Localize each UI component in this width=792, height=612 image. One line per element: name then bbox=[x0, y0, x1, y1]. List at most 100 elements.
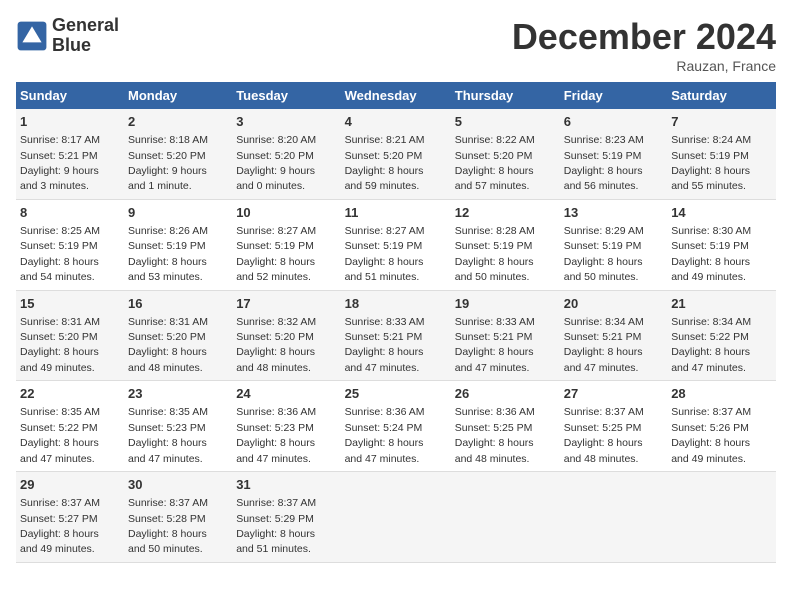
day-info: Sunrise: 8:34 AM Sunset: 5:22 PM Dayligh… bbox=[671, 316, 751, 374]
day-info: Sunrise: 8:22 AM Sunset: 5:20 PM Dayligh… bbox=[455, 134, 535, 192]
calendar-cell: 13 Sunrise: 8:29 AM Sunset: 5:19 PM Dayli… bbox=[560, 199, 667, 290]
day-number: 16 bbox=[128, 295, 228, 313]
weekday-header: Wednesday bbox=[341, 82, 451, 109]
calendar-cell: 8 Sunrise: 8:25 AM Sunset: 5:19 PM Daylig… bbox=[16, 199, 124, 290]
day-info: Sunrise: 8:31 AM Sunset: 5:20 PM Dayligh… bbox=[128, 316, 208, 374]
weekday-header: Sunday bbox=[16, 82, 124, 109]
day-info: Sunrise: 8:35 AM Sunset: 5:22 PM Dayligh… bbox=[20, 406, 100, 464]
calendar-cell: 6Sunrise: 8:23 AM Sunset: 5:19 PM Daylig… bbox=[560, 109, 667, 199]
calendar-cell: 25 Sunrise: 8:36 AM Sunset: 5:24 PM Dayli… bbox=[341, 381, 451, 472]
day-info: Sunrise: 8:27 AM Sunset: 5:19 PM Dayligh… bbox=[236, 225, 316, 283]
day-info: Sunrise: 8:30 AM Sunset: 5:19 PM Dayligh… bbox=[671, 225, 751, 283]
day-info: Sunrise: 8:29 AM Sunset: 5:19 PM Dayligh… bbox=[564, 225, 644, 283]
calendar-cell: 9 Sunrise: 8:26 AM Sunset: 5:19 PM Daylig… bbox=[124, 199, 232, 290]
logo: General Blue bbox=[16, 16, 119, 56]
day-info: Sunrise: 8:37 AM Sunset: 5:29 PM Dayligh… bbox=[236, 497, 316, 555]
calendar-cell bbox=[451, 472, 560, 563]
day-info: Sunrise: 8:37 AM Sunset: 5:26 PM Dayligh… bbox=[671, 406, 751, 464]
day-info: Sunrise: 8:36 AM Sunset: 5:24 PM Dayligh… bbox=[345, 406, 425, 464]
day-number: 17 bbox=[236, 295, 336, 313]
month-title: December 2024 bbox=[512, 16, 776, 58]
calendar-week-row: 8 Sunrise: 8:25 AM Sunset: 5:19 PM Daylig… bbox=[16, 199, 776, 290]
day-number: 19 bbox=[455, 295, 556, 313]
day-info: Sunrise: 8:28 AM Sunset: 5:19 PM Dayligh… bbox=[455, 225, 535, 283]
day-number: 18 bbox=[345, 295, 447, 313]
calendar-cell: 14 Sunrise: 8:30 AM Sunset: 5:19 PM Dayli… bbox=[667, 199, 776, 290]
day-number: 1 bbox=[20, 113, 120, 131]
day-info: Sunrise: 8:17 AM Sunset: 5:21 PM Dayligh… bbox=[20, 134, 100, 192]
weekday-header: Tuesday bbox=[232, 82, 340, 109]
day-number: 15 bbox=[20, 295, 120, 313]
day-info: Sunrise: 8:33 AM Sunset: 5:21 PM Dayligh… bbox=[455, 316, 535, 374]
day-number: 5 bbox=[455, 113, 556, 131]
calendar-week-row: 1 Sunrise: 8:17 AM Sunset: 5:21 PM Daylig… bbox=[16, 109, 776, 199]
day-number: 12 bbox=[455, 204, 556, 222]
calendar-cell: 3Sunrise: 8:20 AM Sunset: 5:20 PM Daylig… bbox=[232, 109, 340, 199]
calendar-week-row: 29Sunrise: 8:37 AM Sunset: 5:27 PM Dayli… bbox=[16, 472, 776, 563]
calendar-cell: 30Sunrise: 8:37 AM Sunset: 5:28 PM Dayli… bbox=[124, 472, 232, 563]
day-number: 9 bbox=[128, 204, 228, 222]
day-number: 8 bbox=[20, 204, 120, 222]
calendar-cell: 15 Sunrise: 8:31 AM Sunset: 5:20 PM Dayli… bbox=[16, 290, 124, 381]
calendar-cell: 20 Sunrise: 8:34 AM Sunset: 5:21 PM Dayli… bbox=[560, 290, 667, 381]
day-info: Sunrise: 8:34 AM Sunset: 5:21 PM Dayligh… bbox=[564, 316, 644, 374]
calendar-cell: 24 Sunrise: 8:36 AM Sunset: 5:23 PM Dayli… bbox=[232, 381, 340, 472]
day-info: Sunrise: 8:37 AM Sunset: 5:25 PM Dayligh… bbox=[564, 406, 644, 464]
weekday-header: Saturday bbox=[667, 82, 776, 109]
calendar-cell: 12 Sunrise: 8:28 AM Sunset: 5:19 PM Dayli… bbox=[451, 199, 560, 290]
calendar-week-row: 22 Sunrise: 8:35 AM Sunset: 5:22 PM Dayli… bbox=[16, 381, 776, 472]
day-info: Sunrise: 8:33 AM Sunset: 5:21 PM Dayligh… bbox=[345, 316, 425, 374]
logo-icon bbox=[16, 20, 48, 52]
day-number: 10 bbox=[236, 204, 336, 222]
calendar-cell: 7Sunrise: 8:24 AM Sunset: 5:19 PM Daylig… bbox=[667, 109, 776, 199]
day-number: 26 bbox=[455, 385, 556, 403]
day-number: 23 bbox=[128, 385, 228, 403]
day-info: Sunrise: 8:36 AM Sunset: 5:23 PM Dayligh… bbox=[236, 406, 316, 464]
calendar-cell: 26 Sunrise: 8:36 AM Sunset: 5:25 PM Dayli… bbox=[451, 381, 560, 472]
calendar-cell: 21Sunrise: 8:34 AM Sunset: 5:22 PM Dayli… bbox=[667, 290, 776, 381]
day-info: Sunrise: 8:24 AM Sunset: 5:19 PM Dayligh… bbox=[671, 134, 751, 192]
calendar-cell bbox=[667, 472, 776, 563]
calendar-cell: 29Sunrise: 8:37 AM Sunset: 5:27 PM Dayli… bbox=[16, 472, 124, 563]
logo-line2: Blue bbox=[52, 36, 119, 56]
day-number: 24 bbox=[236, 385, 336, 403]
location: Rauzan, France bbox=[512, 58, 776, 74]
calendar-cell: 31 Sunrise: 8:37 AM Sunset: 5:29 PM Dayli… bbox=[232, 472, 340, 563]
day-info: Sunrise: 8:27 AM Sunset: 5:19 PM Dayligh… bbox=[345, 225, 425, 283]
calendar-cell: 16 Sunrise: 8:31 AM Sunset: 5:20 PM Dayli… bbox=[124, 290, 232, 381]
day-number: 28 bbox=[671, 385, 772, 403]
day-number: 31 bbox=[236, 476, 336, 494]
day-info: Sunrise: 8:37 AM Sunset: 5:27 PM Dayligh… bbox=[20, 497, 100, 555]
calendar-cell bbox=[560, 472, 667, 563]
calendar-cell: 1 Sunrise: 8:17 AM Sunset: 5:21 PM Daylig… bbox=[16, 109, 124, 199]
day-number: 30 bbox=[128, 476, 228, 494]
day-info: Sunrise: 8:31 AM Sunset: 5:20 PM Dayligh… bbox=[20, 316, 100, 374]
calendar-table: SundayMondayTuesdayWednesdayThursdayFrid… bbox=[16, 82, 776, 563]
weekday-header: Monday bbox=[124, 82, 232, 109]
day-info: Sunrise: 8:36 AM Sunset: 5:25 PM Dayligh… bbox=[455, 406, 535, 464]
day-info: Sunrise: 8:25 AM Sunset: 5:19 PM Dayligh… bbox=[20, 225, 100, 283]
calendar-cell: 11 Sunrise: 8:27 AM Sunset: 5:19 PM Dayli… bbox=[341, 199, 451, 290]
day-number: 14 bbox=[671, 204, 772, 222]
day-number: 22 bbox=[20, 385, 120, 403]
day-info: Sunrise: 8:26 AM Sunset: 5:19 PM Dayligh… bbox=[128, 225, 208, 283]
day-info: Sunrise: 8:18 AM Sunset: 5:20 PM Dayligh… bbox=[128, 134, 208, 192]
calendar-cell: 17 Sunrise: 8:32 AM Sunset: 5:20 PM Dayli… bbox=[232, 290, 340, 381]
day-number: 11 bbox=[345, 204, 447, 222]
calendar-cell: 27 Sunrise: 8:37 AM Sunset: 5:25 PM Dayli… bbox=[560, 381, 667, 472]
day-number: 13 bbox=[564, 204, 663, 222]
day-info: Sunrise: 8:32 AM Sunset: 5:20 PM Dayligh… bbox=[236, 316, 316, 374]
calendar-cell: 22 Sunrise: 8:35 AM Sunset: 5:22 PM Dayli… bbox=[16, 381, 124, 472]
calendar-cell: 28 Sunrise: 8:37 AM Sunset: 5:26 PM Dayli… bbox=[667, 381, 776, 472]
calendar-cell: 18 Sunrise: 8:33 AM Sunset: 5:21 PM Dayli… bbox=[341, 290, 451, 381]
calendar-cell: 4Sunrise: 8:21 AM Sunset: 5:20 PM Daylig… bbox=[341, 109, 451, 199]
day-number: 27 bbox=[564, 385, 663, 403]
day-number: 6 bbox=[564, 113, 663, 131]
day-number: 25 bbox=[345, 385, 447, 403]
day-info: Sunrise: 8:21 AM Sunset: 5:20 PM Dayligh… bbox=[345, 134, 425, 192]
title-block: December 2024 Rauzan, France bbox=[512, 16, 776, 74]
day-number: 20 bbox=[564, 295, 663, 313]
calendar-week-row: 15 Sunrise: 8:31 AM Sunset: 5:20 PM Dayli… bbox=[16, 290, 776, 381]
calendar-cell: 5 Sunrise: 8:22 AM Sunset: 5:20 PM Daylig… bbox=[451, 109, 560, 199]
logo-text: General Blue bbox=[52, 16, 119, 56]
